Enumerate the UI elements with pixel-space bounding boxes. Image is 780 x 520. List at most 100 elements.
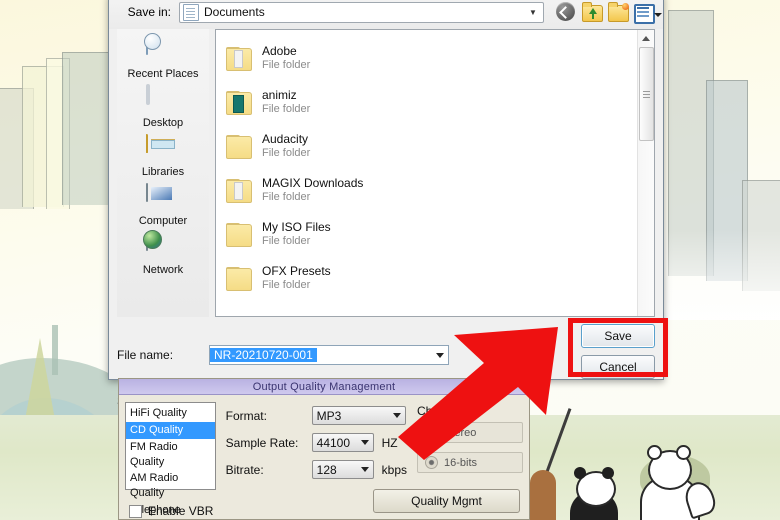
sidebar-item-label: Desktop — [142, 117, 184, 129]
file-list-pane: Adobe File folder animiz File folder Aud… — [215, 29, 655, 317]
save-in-location-combobox[interactable]: Documents ▼ — [179, 1, 544, 23]
folder-teal-icon — [224, 88, 252, 116]
quality-preset-list[interactable]: HiFi Quality CD Quality FM Radio Quality… — [125, 402, 216, 519]
libraries-icon — [146, 134, 180, 165]
building-left-4 — [62, 52, 110, 205]
chevron-down-icon — [360, 467, 369, 472]
save-in-location-value: Documents — [204, 5, 265, 19]
file-type: File folder — [262, 190, 311, 203]
panel-title: Output Quality Management — [119, 379, 529, 395]
dialog-toolbar: Save in: Documents ▼ — [109, 0, 663, 29]
up-one-level-button[interactable] — [582, 1, 603, 23]
folder-icon — [224, 132, 252, 160]
chevron-down-icon[interactable] — [436, 352, 444, 358]
file-list-scrollbar[interactable] — [637, 30, 654, 316]
quality-mgmt-button[interactable]: Quality Mgmt — [373, 489, 520, 513]
file-name: OFX Presets — [262, 263, 331, 278]
list-item[interactable]: Adobe File folder — [220, 36, 638, 80]
sidebar-item-computer[interactable]: Computer — [120, 182, 206, 229]
chevron-down-icon: ▼ — [529, 7, 537, 17]
list-item[interactable]: Audacity File folder — [220, 124, 638, 168]
grizzly-bear — [530, 470, 556, 520]
panel-body: HiFi Quality CD Quality FM Radio Quality… — [119, 395, 529, 519]
format-select[interactable]: MP3 — [311, 406, 406, 425]
radio-icon — [425, 426, 438, 439]
sample-rate-unit: HZ — [381, 435, 398, 450]
new-folder-icon — [608, 1, 629, 22]
file-name-input[interactable]: NR-20210720-001 — [209, 344, 449, 365]
places-bar: Recent Places Desktop Libraries Computer… — [117, 29, 209, 317]
bitrate-row: Bitrate: 128 kbps — [226, 460, 407, 479]
checkbox-icon[interactable] — [129, 504, 142, 518]
bitrate-value: 128 — [316, 462, 337, 477]
sidebar-item-libraries[interactable]: Libraries — [120, 133, 206, 180]
file-type: File folder — [262, 58, 311, 71]
folder-icon — [224, 44, 252, 72]
list-item[interactable]: OFX Presets File folder — [220, 256, 638, 300]
file-name-label: File name: — [117, 347, 174, 362]
views-button[interactable] — [634, 2, 662, 24]
dialog-body: Recent Places Desktop Libraries Computer… — [109, 29, 663, 317]
bitrate-select[interactable]: 128 — [311, 460, 374, 479]
scroll-up-arrow-icon[interactable] — [638, 30, 654, 46]
file-name: Audacity — [262, 131, 309, 146]
stereo-radio-option[interactable]: Stereo — [417, 422, 523, 443]
scrollbar-thumb[interactable] — [639, 47, 654, 141]
format-value: MP3 — [316, 408, 342, 423]
sample-rate-select[interactable]: 44100 — [311, 433, 374, 452]
folder-icon — [224, 176, 252, 204]
new-folder-button[interactable] — [608, 1, 629, 23]
toolbar-icons — [552, 1, 662, 24]
sample-rate-value: 44100 — [316, 435, 351, 450]
mist — [660, 230, 780, 320]
list-item-selected[interactable]: CD Quality — [126, 421, 215, 439]
document-folder-icon — [183, 3, 199, 21]
list-item[interactable]: animiz File folder — [220, 80, 638, 124]
bit-depth-radio-option[interactable]: 16-bits — [417, 452, 523, 473]
list-item[interactable]: AM Radio Quality — [126, 470, 215, 502]
sidebar-item-label: Recent Places — [127, 68, 199, 80]
sidebar-item-recent-places[interactable]: Recent Places — [120, 35, 206, 82]
back-arrow-icon — [556, 1, 575, 21]
sidebar-item-label: Network — [142, 264, 184, 276]
list-item[interactable]: My ISO Files File folder — [220, 212, 638, 256]
enable-vbr-label: Enable VBR — [148, 504, 214, 518]
folder-up-icon — [582, 1, 603, 22]
back-button[interactable] — [556, 1, 577, 23]
channels-label: Channels — [417, 404, 468, 418]
chevron-down-icon — [654, 12, 662, 17]
save-in-label: Save in: — [127, 5, 171, 19]
chevron-down-icon — [392, 413, 401, 418]
radio-selected-icon — [425, 456, 438, 469]
channel-settings: Channels Stereo 16-bits — [417, 402, 523, 490]
folder-icon — [224, 220, 252, 248]
bit-depth-label: 16-bits — [444, 456, 478, 469]
desktop-icon — [146, 84, 180, 116]
file-type: File folder — [262, 278, 311, 291]
file-name-value: NR-20210720-001 — [210, 347, 317, 362]
format-row: Format: MP3 — [226, 406, 407, 425]
sidebar-item-label: Computer — [138, 215, 188, 227]
enable-vbr-row[interactable]: Enable VBR — [129, 504, 213, 518]
bitrate-unit: kbps — [381, 462, 407, 477]
file-name: MAGIX Downloads — [262, 175, 364, 190]
sidebar-item-label: Libraries — [141, 166, 185, 178]
polar-bear — [638, 445, 719, 520]
panda-bear — [566, 463, 622, 520]
list-item[interactable]: MAGIX Downloads File folder — [220, 168, 638, 212]
format-label: Format: — [225, 408, 267, 423]
list-item[interactable]: FM Radio Quality — [126, 439, 215, 471]
stereo-label: Stereo — [444, 426, 477, 439]
spire-left — [52, 325, 58, 375]
bitrate-label: Bitrate: — [225, 462, 264, 477]
file-type: File folder — [262, 146, 311, 159]
sample-rate-row: Sample Rate: 44100 HZ — [226, 433, 407, 452]
chevron-down-icon — [360, 440, 369, 445]
sidebar-item-network[interactable]: Network — [120, 231, 206, 278]
save-button-highlight-box — [568, 318, 668, 377]
file-name: animiz — [262, 87, 297, 102]
encoding-settings: Format: MP3 Sample Rate: 44100 HZ Bitrat… — [226, 402, 407, 490]
network-icon — [146, 232, 180, 263]
list-item[interactable]: HiFi Quality — [126, 405, 215, 422]
sidebar-item-desktop[interactable]: Desktop — [120, 84, 206, 131]
